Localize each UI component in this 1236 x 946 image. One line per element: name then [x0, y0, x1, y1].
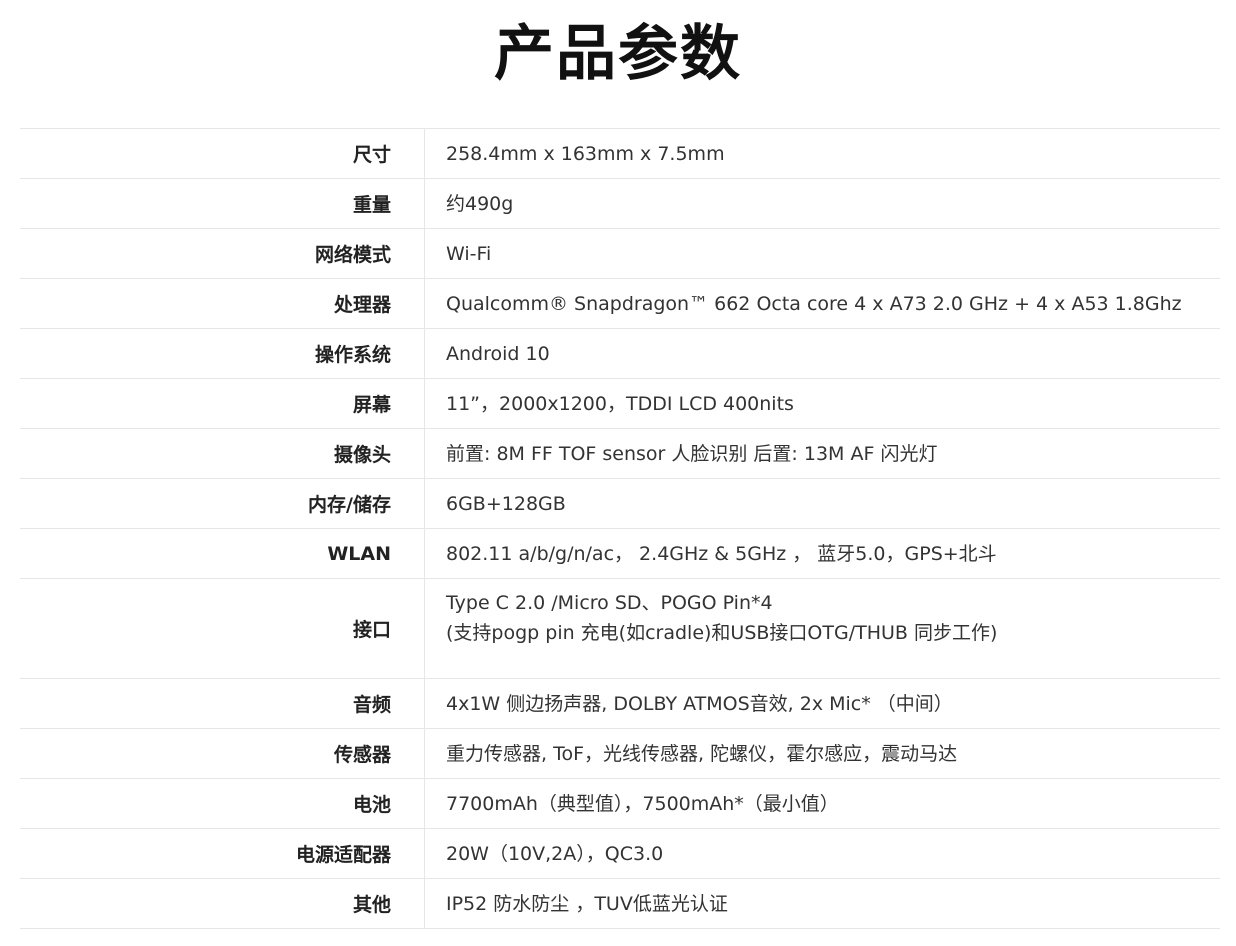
spec-label: 处理器	[20, 279, 425, 328]
spec-label: 重量	[20, 179, 425, 228]
spec-value-line: 前置: 8M FF TOF sensor 人脸识别 后置: 13M AF 闪光灯	[446, 442, 938, 465]
spec-value-line: 11”，2000x1200，TDDI LCD 400nits	[446, 392, 794, 415]
spec-value: Wi-Fi	[425, 229, 1220, 278]
spec-label: 尺寸	[20, 129, 425, 178]
table-row: 操作系统 Android 10	[20, 329, 1220, 379]
table-row: 其他 IP52 防水防尘 ，TUV低蓝光认证	[20, 879, 1220, 929]
table-row: WLAN 802.11 a/b/g/n/ac， 2.4GHz & 5GHz ， …	[20, 529, 1220, 579]
spec-label: 网络模式	[20, 229, 425, 278]
table-row: 网络模式 Wi-Fi	[20, 229, 1220, 279]
spec-value-line: Android 10	[446, 342, 550, 365]
spec-value-line: 7700mAh（典型值），7500mAh*（最小值）	[446, 792, 839, 815]
spec-label: 摄像头	[20, 429, 425, 478]
spec-label: 接口	[20, 579, 425, 678]
spec-value-line: Qualcomm® Snapdragon™ 662 Octa core 4 x …	[446, 292, 1182, 315]
page-title: 产品参数	[494, 19, 742, 89]
spec-value-line: 258.4mm x 163mm x 7.5mm	[446, 142, 725, 165]
spec-value-line: (支持pogp pin 充电(如cradle)和USB接口OTG/THUB 同步…	[446, 622, 998, 644]
spec-value: Android 10	[425, 329, 1220, 378]
spec-value: Qualcomm® Snapdragon™ 662 Octa core 4 x …	[425, 279, 1220, 328]
table-row: 传感器 重力传感器, ToF，光线传感器, 陀螺仪，霍尔感应，震动马达	[20, 729, 1220, 779]
spec-table: 尺寸 258.4mm x 163mm x 7.5mm 重量 约490g 网络模式…	[20, 128, 1220, 929]
spec-value: 6GB+128GB	[425, 479, 1220, 528]
table-row: 尺寸 258.4mm x 163mm x 7.5mm	[20, 129, 1220, 179]
spec-value: 重力传感器, ToF，光线传感器, 陀螺仪，霍尔感应，震动马达	[425, 729, 1220, 778]
spec-label: 其他	[20, 879, 425, 928]
spec-value-line: 重力传感器, ToF，光线传感器, 陀螺仪，霍尔感应，震动马达	[446, 742, 958, 765]
spec-value: 7700mAh（典型值），7500mAh*（最小值）	[425, 779, 1220, 828]
spec-value: 4x1W 侧边扬声器, DOLBY ATMOS音效, 2x Mic* （中间）	[425, 679, 1220, 728]
spec-value: 258.4mm x 163mm x 7.5mm	[425, 129, 1220, 178]
table-row: 处理器 Qualcomm® Snapdragon™ 662 Octa core …	[20, 279, 1220, 329]
table-row: 音频 4x1W 侧边扬声器, DOLBY ATMOS音效, 2x Mic* （中…	[20, 679, 1220, 729]
spec-value-line: Type C 2.0 /Micro SD、POGO Pin*4	[446, 592, 773, 614]
spec-label: 屏幕	[20, 379, 425, 428]
spec-label: 电池	[20, 779, 425, 828]
spec-value-line: 6GB+128GB	[446, 492, 566, 515]
table-row: 接口 Type C 2.0 /Micro SD、POGO Pin*4 (支持po…	[20, 579, 1220, 679]
spec-value: IP52 防水防尘 ，TUV低蓝光认证	[425, 879, 1220, 928]
spec-value-line: 4x1W 侧边扬声器, DOLBY ATMOS音效, 2x Mic* （中间）	[446, 692, 953, 715]
table-row: 重量 约490g	[20, 179, 1220, 229]
spec-value-line: IP52 防水防尘 ，TUV低蓝光认证	[446, 892, 728, 915]
table-row: 电源适配器 20W（10V,2A），QC3.0	[20, 829, 1220, 879]
table-row: 电池 7700mAh（典型值），7500mAh*（最小值）	[20, 779, 1220, 829]
spec-value: 约490g	[425, 179, 1220, 228]
spec-label: WLAN	[20, 529, 425, 578]
spec-label: 内存/储存	[20, 479, 425, 528]
spec-value-line: 约490g	[446, 192, 514, 215]
spec-value-line: 802.11 a/b/g/n/ac， 2.4GHz & 5GHz ， 蓝牙5.0…	[446, 542, 997, 565]
spec-value: Type C 2.0 /Micro SD、POGO Pin*4 (支持pogp …	[425, 579, 1220, 678]
spec-value: 20W（10V,2A），QC3.0	[425, 829, 1220, 878]
spec-label: 操作系统	[20, 329, 425, 378]
table-row: 摄像头 前置: 8M FF TOF sensor 人脸识别 后置: 13M AF…	[20, 429, 1220, 479]
spec-value-line: 20W（10V,2A），QC3.0	[446, 842, 664, 865]
spec-label: 音频	[20, 679, 425, 728]
spec-label: 传感器	[20, 729, 425, 778]
table-row: 屏幕 11”，2000x1200，TDDI LCD 400nits	[20, 379, 1220, 429]
spec-value: 802.11 a/b/g/n/ac， 2.4GHz & 5GHz ， 蓝牙5.0…	[425, 529, 1220, 578]
spec-label: 电源适配器	[20, 829, 425, 878]
spec-value-line: Wi-Fi	[446, 242, 492, 265]
spec-value: 11”，2000x1200，TDDI LCD 400nits	[425, 379, 1220, 428]
spec-value: 前置: 8M FF TOF sensor 人脸识别 后置: 13M AF 闪光灯	[425, 429, 1220, 478]
table-row: 内存/储存 6GB+128GB	[20, 479, 1220, 529]
